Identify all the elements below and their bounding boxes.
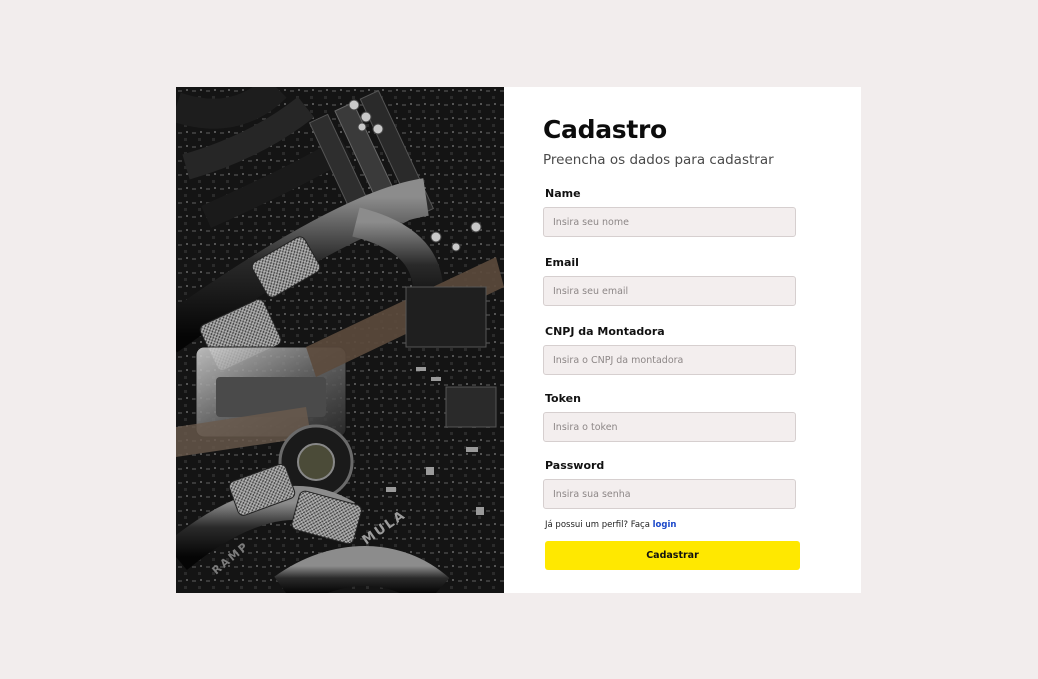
login-link[interactable]: login	[653, 520, 677, 530]
page-subtitle: Preencha os dados para cadastrar	[543, 152, 774, 168]
login-prompt-text: Já possui um perfil? Faça	[545, 520, 653, 530]
password-field[interactable]	[543, 479, 796, 509]
signup-card: MULA RAMP Cadastro Preencha os dados par…	[176, 87, 861, 593]
name-label: Name	[545, 187, 581, 200]
name-field[interactable]	[543, 207, 796, 237]
token-label: Token	[545, 392, 581, 405]
hero-image: MULA RAMP	[176, 87, 504, 593]
token-field[interactable]	[543, 412, 796, 442]
submit-button[interactable]: Cadastrar	[545, 541, 800, 570]
cnpj-label: CNPJ da Montadora	[545, 325, 665, 338]
cnpj-field[interactable]	[543, 345, 796, 375]
email-label: Email	[545, 256, 579, 269]
signup-form: Cadastro Preencha os dados para cadastra…	[504, 87, 861, 593]
email-field[interactable]	[543, 276, 796, 306]
login-prompt: Já possui um perfil? Faça login	[545, 520, 676, 530]
password-label: Password	[545, 459, 605, 472]
motherboard-photo-icon: MULA RAMP	[176, 87, 504, 593]
page-title: Cadastro	[543, 115, 667, 144]
